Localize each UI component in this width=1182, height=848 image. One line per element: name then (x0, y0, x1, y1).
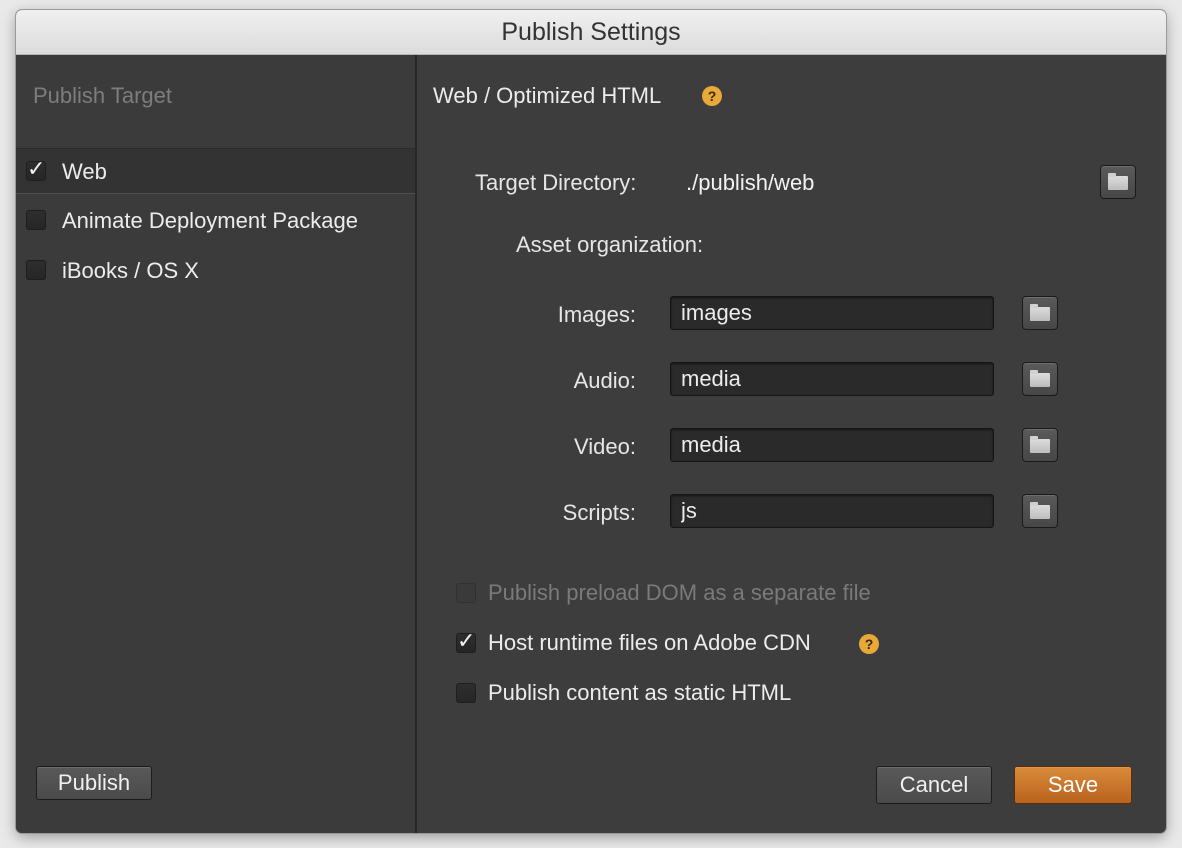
cancel-button[interactable]: Cancel (876, 766, 992, 804)
audio-browse-button[interactable] (1022, 362, 1058, 396)
target-directory-browse-button[interactable] (1100, 165, 1136, 199)
video-label: Video: (574, 434, 636, 459)
folder-icon (1030, 502, 1050, 519)
help-icon[interactable]: ? (859, 634, 879, 654)
target-item-ibooks[interactable]: iBooks / OS X (16, 248, 415, 294)
host-runtime-checkbox[interactable]: ✓ (456, 631, 476, 653)
animate-deployment-checkbox[interactable] (26, 210, 46, 230)
publish-button[interactable]: Publish (36, 766, 152, 800)
host-runtime-label: Host runtime files on Adobe CDN (488, 630, 811, 655)
preload-dom-checkbox (456, 583, 476, 603)
main-title: Web / Optimized HTML (433, 83, 662, 108)
scripts-label: Scripts: (562, 500, 636, 525)
video-browse-button[interactable] (1022, 428, 1058, 462)
images-folder-input[interactable] (670, 296, 994, 330)
target-directory-label: Target Directory: (475, 170, 637, 195)
window-title: Publish Settings (16, 10, 1166, 55)
preload-dom-label: Publish preload DOM as a separate file (488, 580, 871, 605)
ibooks-checkbox[interactable] (26, 260, 46, 280)
folder-icon (1108, 173, 1128, 190)
folder-icon (1030, 436, 1050, 453)
target-item-animate-deployment[interactable]: Animate Deployment Package (16, 198, 415, 244)
folder-icon (1030, 304, 1050, 321)
audio-folder-input[interactable] (670, 362, 994, 396)
web-checkbox[interactable]: ✓ (26, 159, 46, 181)
audio-label: Audio: (573, 368, 636, 393)
video-folder-input[interactable] (670, 428, 994, 462)
target-directory-value: ./publish/web (686, 170, 815, 195)
help-icon[interactable]: ? (702, 86, 722, 106)
scripts-folder-input[interactable] (670, 494, 994, 528)
target-label-ibooks: iBooks / OS X (62, 258, 199, 283)
publish-settings-dialog: Publish Settings Publish Target ✓ Web An… (16, 10, 1166, 833)
images-browse-button[interactable] (1022, 296, 1058, 330)
images-label: Images: (557, 302, 636, 327)
static-html-checkbox[interactable] (456, 683, 476, 703)
target-item-web[interactable]: ✓ Web (16, 148, 415, 194)
sidebar-heading: Publish Target (33, 83, 173, 108)
folder-icon (1030, 370, 1050, 387)
static-html-label: Publish content as static HTML (488, 680, 792, 705)
target-label-web: Web (62, 159, 107, 184)
scripts-browse-button[interactable] (1022, 494, 1058, 528)
asset-organization-label: Asset organization: (516, 232, 704, 257)
save-button[interactable]: Save (1014, 766, 1132, 804)
target-label-animate-deployment: Animate Deployment Package (62, 208, 358, 233)
publish-target-sidebar: Publish Target ✓ Web Animate Deployment … (16, 55, 417, 833)
